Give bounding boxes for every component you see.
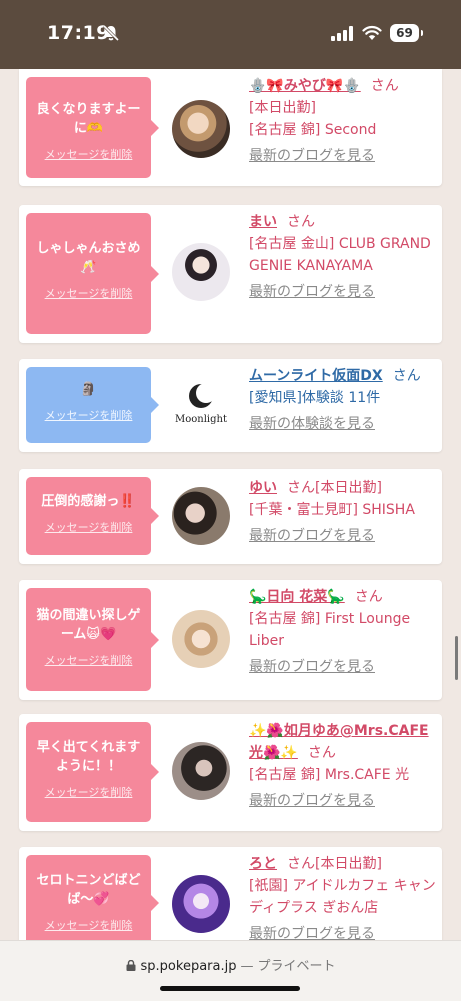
signal-icon bbox=[331, 26, 353, 41]
avatar[interactable] bbox=[172, 610, 230, 668]
latest-blog-link[interactable]: 最新のブログを見る bbox=[249, 284, 375, 300]
message-text: 猫の間違い探しゲーム🙀💗 bbox=[36, 608, 141, 642]
private-mode-label: プライベート bbox=[257, 959, 336, 974]
detail-shop: [祇園] アイドルカフェ キャンディプラス ぎおん店 bbox=[249, 878, 436, 916]
avatar[interactable] bbox=[172, 243, 230, 301]
message-card: 圧倒的感謝っ‼️ メッセージを削除 ゆい さん[本日出勤] [千葉・富士見町] S… bbox=[19, 469, 442, 564]
message-text: 圧倒的感謝っ‼️ bbox=[41, 494, 136, 509]
logo-text: Moonlight bbox=[175, 414, 227, 425]
honorific: さん bbox=[370, 78, 399, 94]
scrollbar[interactable] bbox=[455, 636, 458, 680]
message-text: 早く出てくれますように！！ bbox=[36, 740, 141, 774]
name-link[interactable]: ゆい bbox=[249, 480, 277, 496]
honorific: さん bbox=[354, 589, 383, 605]
detail-shop: [名古屋 錦] Second bbox=[249, 122, 377, 138]
latest-blog-link[interactable]: 最新のブログを見る bbox=[249, 148, 375, 164]
detail-shop: [名古屋 錦] First Lounge Liber bbox=[249, 611, 411, 649]
avatar[interactable] bbox=[172, 742, 230, 800]
honorific: さん bbox=[392, 368, 421, 384]
delete-message-link[interactable]: メッセージを削除 bbox=[32, 917, 145, 933]
detail-status: [本日出勤] bbox=[315, 480, 382, 496]
latest-blog-link[interactable]: 最新のブログを見る bbox=[249, 793, 375, 809]
lock-icon bbox=[126, 960, 136, 971]
delete-message-link[interactable]: メッセージを削除 bbox=[32, 407, 145, 423]
name-link[interactable]: ろと bbox=[249, 856, 277, 872]
detail-status: [本日出勤] bbox=[315, 856, 382, 872]
message-bubble: 猫の間違い探しゲーム🙀💗 メッセージを削除 bbox=[26, 588, 159, 691]
message-bubble: 良くなりますよーに🫶 メッセージを削除 bbox=[26, 77, 159, 178]
message-card: しゃしゃんおさめ🥂 メッセージを削除 まい さん [名古屋 金山] CLUB GR… bbox=[19, 205, 442, 343]
delete-message-link[interactable]: メッセージを削除 bbox=[32, 519, 145, 535]
detail-status: [本日出勤] bbox=[249, 100, 316, 116]
latest-blog-link[interactable]: 最新のブログを見る bbox=[249, 659, 375, 675]
honorific: さん bbox=[287, 214, 315, 230]
url-separator: — bbox=[240, 959, 254, 974]
delete-message-link[interactable]: メッセージを削除 bbox=[32, 146, 145, 162]
message-bubble: 圧倒的感謝っ‼️ メッセージを削除 bbox=[26, 477, 159, 555]
address-bar[interactable]: sp.pokepara.jp — プライベート bbox=[0, 955, 461, 974]
avatar[interactable] bbox=[172, 100, 230, 158]
detail-shop: [千葉・富士見町] SHISHA bbox=[249, 502, 415, 518]
avatar[interactable]: Moonlight bbox=[172, 376, 230, 434]
delete-message-link[interactable]: メッセージを削除 bbox=[32, 285, 145, 301]
delete-message-link[interactable]: メッセージを削除 bbox=[32, 652, 145, 668]
honorific: さん bbox=[287, 856, 315, 872]
message-text: 良くなりますよーに🫶 bbox=[36, 102, 141, 136]
avatar[interactable] bbox=[172, 487, 230, 545]
name-link[interactable]: ムーンライト仮面DX bbox=[249, 368, 383, 384]
battery-icon: 69 bbox=[390, 24, 423, 42]
message-text: セロトニンどばどば〜💞 bbox=[36, 873, 141, 907]
latest-review-link[interactable]: 最新の体験談を見る bbox=[249, 416, 375, 432]
detail-shop: [名古屋 錦] Mrs.CAFE 光 bbox=[249, 767, 410, 783]
status-time: 17:19 bbox=[47, 22, 110, 44]
url-text: sp.pokepara.jp bbox=[140, 959, 237, 974]
latest-blog-link[interactable]: 最新のブログを見る bbox=[249, 528, 375, 544]
wifi-icon bbox=[362, 25, 382, 40]
detail-area: [愛知県]体験談 11件 bbox=[249, 390, 381, 406]
delete-message-link[interactable]: メッセージを削除 bbox=[32, 784, 145, 800]
message-card: 猫の間違い探しゲーム🙀💗 メッセージを削除 🦕日向 花菜🦕 さん [名古屋 錦] … bbox=[19, 580, 442, 700]
browser-bottom-bar: sp.pokepara.jp — プライベート bbox=[0, 940, 461, 1001]
message-text: 🗿 bbox=[80, 382, 97, 397]
name-link[interactable]: まい bbox=[249, 214, 277, 230]
avatar[interactable] bbox=[172, 875, 230, 933]
moonlight-logo: Moonlight bbox=[175, 383, 227, 425]
honorific: さん bbox=[307, 745, 336, 761]
name-link[interactable]: 🪬🎀みやび🎀🪬 bbox=[249, 78, 361, 94]
bell-slash-icon bbox=[102, 24, 120, 42]
message-card: 早く出てくれますように！！ メッセージを削除 ✨🌺如月ゆあ@Mrs.CAFE光🌺… bbox=[19, 714, 442, 831]
message-bubble: セロトニンどばどば〜💞 メッセージを削除 bbox=[26, 855, 159, 950]
home-indicator[interactable] bbox=[160, 986, 300, 991]
detail-shop: [名古屋 金山] CLUB GRAND GENIE KANAYAMA bbox=[249, 236, 431, 274]
name-link[interactable]: ✨🌺如月ゆあ@Mrs.CAFE光🌺✨ bbox=[249, 723, 429, 761]
status-bar: 17:19 69 bbox=[0, 0, 461, 69]
message-bubble: 🗿 メッセージを削除 bbox=[26, 367, 159, 443]
message-card: 良くなりますよーに🫶 メッセージを削除 🪬🎀みやび🎀🪬 さん [本日出勤] [名古… bbox=[19, 69, 442, 186]
message-text: しゃしゃんおさめ🥂 bbox=[36, 241, 141, 275]
message-card: 🗿 メッセージを削除 Moonlight ムーンライト仮面DX さん [愛知県]体… bbox=[19, 359, 442, 452]
honorific: さん bbox=[287, 480, 315, 496]
message-bubble: しゃしゃんおさめ🥂 メッセージを削除 bbox=[26, 213, 159, 334]
name-link[interactable]: 🦕日向 花菜🦕 bbox=[249, 589, 345, 605]
message-bubble: 早く出てくれますように！！ メッセージを削除 bbox=[26, 722, 159, 822]
